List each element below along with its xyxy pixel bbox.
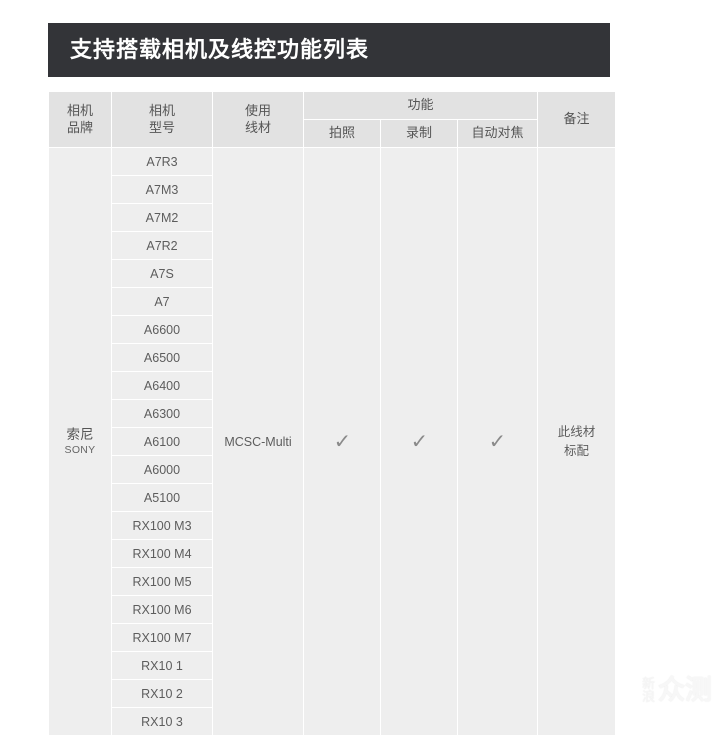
- column-header-record: 录制: [381, 120, 457, 147]
- watermark-small-line2: 浪: [641, 688, 655, 704]
- column-header-model-line2: 型号: [148, 119, 175, 135]
- watermark-small-text: 新 浪: [641, 676, 655, 704]
- cell-model: A6400: [112, 372, 212, 399]
- cell-note: 此线材 标配: [538, 148, 616, 735]
- cell-model: A7: [112, 288, 212, 315]
- column-header-autofocus: 自动对焦: [458, 120, 538, 147]
- cell-brand-en: SONY: [64, 443, 96, 456]
- cell-model: RX100 M7: [112, 624, 212, 651]
- cell-model: A5100: [112, 484, 212, 511]
- column-header-cable-line1: 使用: [244, 102, 271, 118]
- cell-model: RX100 M5: [112, 568, 212, 595]
- table-row: 索尼 SONY A7R3 MCSC-Multi ✓ ✓ ✓ 此线材 标配: [49, 148, 616, 735]
- column-header-brand: 相机 品牌: [49, 92, 111, 147]
- cell-model: RX10 2: [112, 680, 212, 707]
- column-header-model: 相机 型号: [112, 92, 212, 147]
- column-header-model-line1: 相机: [148, 102, 175, 118]
- cell-model: A6600: [112, 316, 212, 343]
- cell-function-autofocus-check-icon: ✓: [488, 430, 507, 453]
- column-header-brand-line2: 品牌: [66, 119, 93, 135]
- cell-brand: 索尼 SONY: [49, 148, 111, 735]
- cell-function-photo-check-icon: ✓: [333, 430, 351, 453]
- column-header-function-group: 功能: [304, 92, 538, 119]
- compatibility-table: 相机 品牌 相机 型号 使用 线材 功能 备注 拍照 录制 自动对焦 索尼 SO…: [48, 91, 617, 736]
- watermark-big-text: 众测: [658, 675, 712, 705]
- cell-note-line1: 此线材: [557, 425, 596, 440]
- cell-model: A7R3: [112, 148, 212, 175]
- cell-function-autofocus: ✓: [458, 148, 538, 735]
- watermark: 新 浪 众测: [642, 677, 712, 704]
- header-row-primary: 相机 品牌 相机 型号 使用 线材 功能 备注: [49, 92, 616, 147]
- cell-model: RX100 M4: [112, 540, 212, 567]
- cell-model: RX10 1: [112, 652, 212, 679]
- cell-model: A7S: [112, 260, 212, 287]
- column-header-photo: 拍照: [304, 120, 380, 147]
- column-header-note: 备注: [538, 92, 616, 147]
- table-header: 相机 品牌 相机 型号 使用 线材 功能 备注 拍照 录制 自动对焦: [49, 92, 616, 147]
- cell-model: RX100 M6: [112, 596, 212, 623]
- cell-function-photo: ✓: [304, 148, 380, 735]
- column-header-brand-line1: 相机: [66, 102, 93, 118]
- cell-note-text: 此线材 标配: [538, 423, 615, 459]
- cell-model: A7M3: [112, 176, 212, 203]
- cell-cable: MCSC-Multi: [213, 148, 303, 735]
- page-title: 支持搭载相机及线控功能列表: [70, 37, 370, 62]
- compatibility-table-container: 相机 品牌 相机 型号 使用 线材 功能 备注 拍照 录制 自动对焦 索尼 SO…: [48, 91, 617, 736]
- cell-function-record-check-icon: ✓: [410, 430, 428, 453]
- cell-model: A7M2: [112, 204, 212, 231]
- page-title-banner: 支持搭载相机及线控功能列表: [48, 23, 610, 77]
- column-header-cable: 使用 线材: [213, 92, 303, 147]
- cell-model: A6100: [112, 428, 212, 455]
- cell-function-record: ✓: [381, 148, 457, 735]
- cell-model: A7R2: [112, 232, 212, 259]
- column-header-cable-line2: 线材: [244, 119, 271, 135]
- table-body: 索尼 SONY A7R3 MCSC-Multi ✓ ✓ ✓ 此线材 标配 A7M3 A7M2 A7R2…: [49, 148, 616, 735]
- cell-model: A6500: [112, 344, 212, 371]
- cell-model: A6000: [112, 456, 212, 483]
- cell-model: RX100 M3: [112, 512, 212, 539]
- watermark-small-line1: 新: [641, 676, 655, 692]
- cell-model: A6300: [112, 400, 212, 427]
- cell-model: RX10 3: [112, 708, 212, 735]
- cell-brand-cn: 索尼: [66, 426, 94, 442]
- cell-note-line2: 标配: [564, 443, 590, 458]
